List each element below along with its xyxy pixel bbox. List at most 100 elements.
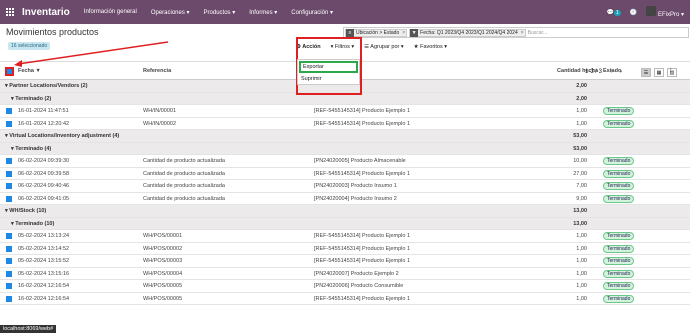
list-body: ▾ Partner Locations/Vendors (2) 2,00 ▾ Ter… <box>0 80 690 305</box>
menu-config[interactable]: Configuración ▾ <box>291 9 333 16</box>
row-date: 16-02-2024 12:16:54 <box>18 295 70 302</box>
row-checkbox[interactable] <box>6 245 12 252</box>
group-qty: 2,00 <box>576 95 587 102</box>
group-row[interactable]: ▾ Terminado (4) 53,00 <box>0 142 690 155</box>
row-qty: 1,00 <box>576 270 587 277</box>
row-date: 05-02-2024 13:14:52 <box>18 245 70 252</box>
table-row[interactable]: 16-01-2024 11:47:51 WH/IN/00001 [REF-54551… <box>0 105 690 118</box>
row-checkbox[interactable] <box>6 108 12 114</box>
row-reference: Cantidad de producto actualizada <box>143 195 225 202</box>
col-date[interactable]: Fecha ▼ <box>18 68 41 74</box>
col-reference[interactable]: Referencia <box>143 68 171 74</box>
group-label: ▾ Partner Locations/Vendors (2) <box>5 83 88 89</box>
table-row[interactable]: 05-02-2024 13:14:52 WH/POS/00002 [REF-5455… <box>0 243 690 255</box>
row-product: [PN24020006] Producto Consumible <box>314 283 404 289</box>
col-qty[interactable]: Cantidad hecha <box>557 68 598 74</box>
row-product: [PN24020004] Producto Insumo 2 <box>314 195 397 202</box>
row-product: [PN24020003] Producto Insumo 1 <box>314 183 397 189</box>
status-badge: Terminado <box>603 232 635 240</box>
group-qty: 2,00 <box>576 83 587 89</box>
row-date: 06-02-2024 09:41:05 <box>18 195 70 202</box>
groupby-button[interactable]: ☰ Agrupar por ▾ <box>364 44 404 50</box>
select-all-checkbox[interactable] <box>5 67 14 76</box>
selected-count-badge[interactable]: 16 seleccionado <box>8 42 51 50</box>
table-row[interactable]: 06-02-2024 09:41:05 Cantidad de producto … <box>0 193 690 205</box>
group-label: ▾ Terminado (4) <box>11 145 52 152</box>
row-reference: WH/POS/00004 <box>143 270 183 277</box>
row-qty: 10,00 <box>573 158 587 164</box>
facet-close-icon[interactable]: × <box>520 30 525 36</box>
table-row[interactable]: 16-02-2024 12:16:54 WH/POS/00005 [PN240200… <box>0 280 690 293</box>
facet-close-icon[interactable]: × <box>401 30 406 36</box>
row-product: [REF-5455145314] Producto Ejemplo 1 <box>314 295 411 302</box>
groupby-icon: ≡ <box>346 28 354 37</box>
table-row[interactable]: 06-02-2024 09:39:30 Cantidad de producto … <box>0 155 690 168</box>
menu-general[interactable]: Información general <box>84 9 137 15</box>
row-reference: WH/POS/00001 <box>143 233 183 239</box>
group-row[interactable]: ▾ WH/Stock (10) 13,00 <box>0 205 690 218</box>
row-date: 16-01-2024 11:47:51 <box>18 108 69 114</box>
row-qty: 1,00 <box>576 258 587 264</box>
group-qty: 53,00 <box>573 133 587 139</box>
chat-count-badge: 1 <box>614 9 621 16</box>
table-row[interactable]: 06-02-2024 09:39:58 Cantidad de producto … <box>0 168 690 180</box>
app-brand[interactable]: Inventario <box>22 7 70 18</box>
status-badge: Terminado <box>603 169 635 178</box>
row-checkbox[interactable] <box>6 183 12 189</box>
row-product: [PN24020005] Producto Almacenable <box>314 158 406 164</box>
table-row[interactable]: 05-02-2024 13:15:16 WH/POS/00004 [PN240200… <box>0 268 690 280</box>
search-input[interactable]: Buscar... <box>528 30 547 36</box>
delete-menu-item[interactable]: Suprimir <box>298 74 359 84</box>
row-date: 05-02-2024 13:15:16 <box>18 270 70 277</box>
top-navbar: Inventario Información general Operacion… <box>0 0 690 24</box>
table-row[interactable]: 05-02-2024 13:13:24 WH/POS/00001 [REF-5455… <box>0 230 690 243</box>
row-qty: 1,00 <box>576 120 587 127</box>
row-checkbox[interactable] <box>6 270 12 277</box>
row-date: 16-01-2024 12:20:42 <box>18 120 70 127</box>
table-row[interactable]: 05-02-2024 13:15:52 WH/POS/00003 [REF-5455… <box>0 255 690 268</box>
chat-icon[interactable]: 💬 1 <box>607 9 621 16</box>
user-menu[interactable]: EFixPro ▾ <box>646 6 684 18</box>
status-badge: Terminado <box>603 157 635 165</box>
page-title: Movimientos productos <box>6 27 99 37</box>
row-checkbox[interactable] <box>6 295 12 302</box>
row-checkbox[interactable] <box>6 170 12 177</box>
user-name: EFixPro ▾ <box>657 12 684 18</box>
row-reference: Cantidad de producto actualizada <box>143 183 225 189</box>
group-row[interactable]: ▾ Terminado (10) 13,00 <box>0 217 690 230</box>
menu-operations[interactable]: Operaciones ▾ <box>151 9 190 16</box>
row-reference: WH/POS/00005 <box>143 295 183 302</box>
row-reference: WH/POS/00005 <box>143 283 183 289</box>
row-qty: 1,00 <box>576 233 587 239</box>
row-reference: WH/POS/00002 <box>143 245 183 252</box>
menu-products[interactable]: Productos ▾ <box>204 9 236 16</box>
row-reference: WH/IN/00001 <box>143 108 177 114</box>
column-options-icon[interactable]: ⋮ <box>668 68 674 74</box>
row-product: [PN24020007] Producto Ejemplo 2 <box>314 270 399 277</box>
menu-reports[interactable]: Informes ▾ <box>249 9 277 16</box>
clock-icon[interactable]: 🕘 <box>630 9 637 16</box>
group-label: ▾ WH/Stock (10) <box>5 208 47 214</box>
row-product: [REF-5455145314] Producto Ejemplo 1 <box>314 233 411 239</box>
table-row[interactable]: 16-01-2024 12:20:42 WH/IN/00002 [REF-54551… <box>0 118 690 130</box>
row-checkbox[interactable] <box>6 195 12 202</box>
col-state[interactable]: Estado <box>603 68 621 74</box>
filter-icon: ▼ <box>410 28 419 37</box>
row-product: [REF-5455145314] Producto Ejemplo 1 <box>314 170 411 177</box>
favorites-button[interactable]: ★ Favoritos ▾ <box>414 44 447 50</box>
search-bar[interactable]: ≡ Ubicación > Estado × ▼ Fecha: Q1 2023/Q4 … <box>343 27 689 38</box>
export-menu-item[interactable]: Exportar <box>299 61 358 73</box>
row-checkbox[interactable] <box>6 158 12 164</box>
facet-filter: ▼ Fecha: Q1 2023/Q4 2023/Q1 2024/Q4 2024 × <box>409 28 526 37</box>
group-qty: 13,00 <box>573 220 587 227</box>
group-row[interactable]: ▾ Virtual Locations/Inventory adjustment… <box>0 130 690 143</box>
row-checkbox[interactable] <box>6 283 12 289</box>
row-checkbox[interactable] <box>6 120 12 127</box>
row-checkbox[interactable] <box>6 233 12 239</box>
table-row[interactable]: 06-02-2024 09:40:46 Cantidad de producto … <box>0 180 690 193</box>
row-checkbox[interactable] <box>6 258 12 264</box>
row-date: 05-02-2024 13:15:52 <box>18 258 70 264</box>
apps-menu-icon[interactable] <box>6 8 14 16</box>
status-badge: Terminado <box>603 194 635 203</box>
table-row[interactable]: 16-02-2024 12:16:54 WH/POS/00005 [REF-5455… <box>0 293 690 305</box>
